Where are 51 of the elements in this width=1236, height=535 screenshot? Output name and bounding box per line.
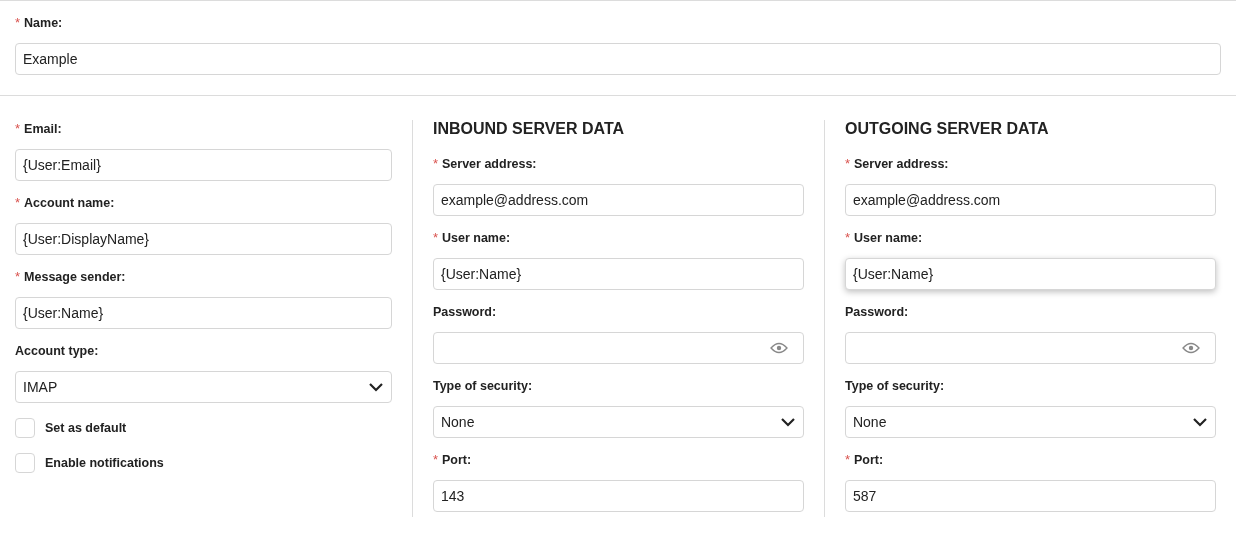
eye-icon[interactable] (769, 342, 788, 354)
chevron-down-icon (1192, 417, 1208, 427)
field-label: Password: (844, 303, 909, 321)
eye-icon[interactable] (1182, 342, 1200, 354)
required-asterisk: * (844, 155, 851, 174)
checkbox-label: Set as default (45, 419, 127, 437)
password-field[interactable] (844, 332, 1216, 364)
required-asterisk: * (432, 229, 438, 248)
input-field[interactable]: example@address.com (844, 184, 1216, 216)
field-label: Password: (432, 303, 497, 321)
input-field[interactable]: {User:Name} (844, 258, 1216, 290)
required-asterisk: * (15, 194, 21, 213)
required-asterisk: * (15, 14, 21, 33)
field-label: Name: (24, 14, 63, 32)
chevron-down-icon (779, 417, 796, 427)
password-field[interactable] (432, 332, 804, 364)
dropdown[interactable]: IMAP (15, 371, 392, 403)
input-field[interactable]: example@address.com (432, 184, 804, 216)
dropdown[interactable]: None (844, 406, 1216, 438)
field-label: Type of security: (844, 377, 945, 395)
section-heading: OUTGOING SERVER DATA (844, 119, 1050, 139)
field-label: Server address: (854, 155, 949, 173)
field-label: Account type: (15, 342, 99, 360)
field-label: Account name: (24, 194, 115, 212)
required-asterisk: * (844, 451, 851, 470)
field-label: Server address: (442, 155, 537, 173)
input-field[interactable]: 143 (432, 480, 804, 512)
input-field[interactable]: 587 (844, 480, 1216, 512)
required-asterisk: * (432, 451, 438, 470)
required-asterisk: * (844, 229, 851, 248)
input-field[interactable]: {User:Name} (15, 297, 392, 329)
input-field[interactable]: Example (15, 43, 1221, 75)
field-label: Port: (854, 451, 884, 469)
required-asterisk: * (15, 268, 21, 287)
checkbox[interactable] (15, 418, 35, 438)
field-label: Port: (442, 451, 472, 469)
checkbox-label: Enable notifications (45, 454, 164, 472)
chevron-down-icon (367, 382, 384, 392)
required-asterisk: * (432, 155, 438, 174)
field-label: Email: (24, 120, 62, 138)
section-heading: INBOUND SERVER DATA (432, 119, 626, 139)
input-field[interactable]: {User:Email} (15, 149, 392, 181)
field-label: User name: (854, 229, 923, 247)
required-asterisk: * (15, 120, 21, 139)
field-label: Message sender: (24, 268, 126, 286)
input-field[interactable]: {User:DisplayName} (15, 223, 392, 255)
field-label: Type of security: (432, 377, 533, 395)
input-field[interactable]: {User:Name} (432, 258, 804, 290)
dropdown[interactable]: None (432, 406, 804, 438)
field-label: User name: (442, 229, 511, 247)
checkbox[interactable] (15, 453, 35, 473)
